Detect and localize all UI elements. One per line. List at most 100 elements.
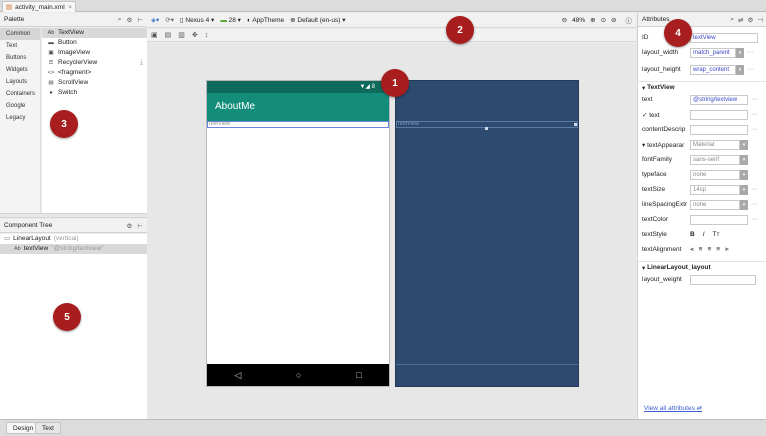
tree-node-orientation: (vertical) bbox=[53, 235, 79, 242]
more-icon[interactable]: ⋯ bbox=[747, 49, 753, 56]
gear-icon[interactable]: ⚙ bbox=[748, 16, 754, 24]
layout-weight-field[interactable] bbox=[690, 274, 756, 285]
id-field[interactable]: textView bbox=[690, 32, 758, 43]
textview-icon: Ab bbox=[14, 246, 21, 252]
search-icon[interactable]: ⌕ bbox=[118, 16, 122, 24]
align-center-icon[interactable]: ≡ bbox=[707, 246, 711, 253]
palette-item-imageview[interactable]: ▣ ImageView bbox=[42, 48, 147, 58]
palette-item-switch[interactable]: ● Switch bbox=[42, 88, 147, 98]
dropdown-icon[interactable]: ▾ bbox=[740, 199, 748, 210]
hide-panel-icon[interactable]: ⊣ bbox=[757, 16, 763, 24]
orientation-icon[interactable]: ⟳▾ bbox=[165, 16, 174, 24]
search-icon[interactable]: ⌕ bbox=[730, 16, 734, 24]
blueprint-view-icon[interactable]: ▤ bbox=[165, 31, 172, 39]
bold-toggle[interactable]: B bbox=[690, 231, 695, 238]
palette-item-recyclerview[interactable]: ☰ RecyclerView ⤓ bbox=[42, 58, 147, 68]
theme-label: AppTheme bbox=[252, 16, 285, 24]
palette-category-layouts[interactable]: Layouts bbox=[0, 76, 40, 88]
blueprint-preview[interactable]: TextView bbox=[395, 80, 579, 387]
italic-toggle[interactable]: I bbox=[703, 231, 705, 238]
swap-icon[interactable]: ⇄ bbox=[738, 16, 743, 24]
palette-category-buttons[interactable]: Buttons bbox=[0, 52, 40, 64]
pan-icon[interactable]: ✥ bbox=[192, 31, 198, 39]
text-color-field[interactable] bbox=[690, 214, 748, 225]
more-icon[interactable]: ⋯ bbox=[751, 201, 757, 208]
zoom-to-fit-icon[interactable]: ⊙ bbox=[601, 16, 606, 24]
zoom-in-icon[interactable]: ⊕ bbox=[590, 16, 595, 24]
tree-row-textview[interactable]: Ab textView "@string/textview" bbox=[0, 244, 147, 254]
align-left-icon[interactable]: ≡ bbox=[699, 246, 703, 253]
align-end-icon[interactable]: ⫸ bbox=[725, 246, 729, 254]
typeface-field[interactable]: none bbox=[690, 169, 740, 180]
more-icon[interactable]: ⋯ bbox=[751, 126, 757, 133]
file-tab-activity-main[interactable]: ▤ activity_main.xml × bbox=[2, 1, 76, 12]
resize-vertical-icon[interactable]: ↕ bbox=[205, 32, 209, 39]
dropdown-icon[interactable]: ▾ bbox=[740, 139, 748, 150]
hide-panel-icon[interactable]: ⊢ bbox=[137, 16, 143, 24]
layout-height-field[interactable]: wrap_content bbox=[690, 64, 736, 75]
locale-selector[interactable]: ⊕ Default (en-us) ▾ bbox=[290, 16, 345, 24]
more-icon[interactable]: ⋯ bbox=[751, 216, 757, 223]
tools-text-field[interactable] bbox=[690, 109, 748, 120]
more-icon[interactable]: ⋯ bbox=[751, 186, 757, 193]
section-linearlayout-layout[interactable]: ▾ LinearLayout_layout bbox=[638, 261, 766, 273]
warning-icon[interactable]: ⓘ bbox=[626, 15, 633, 25]
palette-item-scrollview[interactable]: ▤ ScrollView bbox=[42, 78, 147, 88]
device-selector[interactable]: ▯ Nexus 4 ▾ bbox=[180, 16, 214, 24]
resize-handle[interactable] bbox=[485, 127, 488, 130]
attr-label: layout_width bbox=[642, 49, 679, 56]
font-family-field[interactable]: sans-serif bbox=[690, 154, 740, 165]
download-icon[interactable]: ⤓ bbox=[140, 58, 143, 68]
dropdown-icon[interactable]: ▾ bbox=[740, 154, 748, 165]
palette-item-fragment[interactable]: <> <fragment> bbox=[42, 68, 147, 78]
text-appearance-field[interactable]: Material bbox=[690, 139, 740, 150]
swap-icon: ⇄ bbox=[696, 405, 703, 412]
content-description-field[interactable] bbox=[690, 124, 748, 135]
dropdown-icon[interactable]: ▾ bbox=[740, 184, 748, 195]
palette-category-text[interactable]: Text bbox=[0, 40, 40, 52]
more-icon[interactable]: ⋯ bbox=[751, 111, 757, 118]
theme-selector[interactable]: ◐ AppTheme bbox=[247, 17, 284, 24]
textview-preview[interactable]: TextView bbox=[207, 121, 389, 128]
palette-item-textview[interactable]: Ab TextView bbox=[42, 28, 147, 38]
resize-handle[interactable] bbox=[574, 123, 577, 126]
palette-category-common[interactable]: Common bbox=[0, 28, 40, 40]
callout-badge-5: 5 bbox=[53, 303, 81, 331]
layout-width-field[interactable]: match_parent bbox=[690, 47, 736, 58]
hide-panel-icon[interactable]: ⊢ bbox=[137, 222, 143, 230]
palette-category-legacy[interactable]: Legacy bbox=[0, 112, 40, 124]
line-spacing-field[interactable]: none bbox=[690, 199, 740, 210]
palette-category-google[interactable]: Google bbox=[0, 100, 40, 112]
callout-badge-3: 3 bbox=[50, 110, 78, 138]
text-size-field[interactable]: 14sp bbox=[690, 184, 740, 195]
text-field[interactable]: @string/textview bbox=[690, 94, 748, 105]
zoom-out-icon[interactable]: ⊖ bbox=[562, 16, 567, 24]
close-tab-icon[interactable]: × bbox=[68, 4, 72, 11]
layers-icon[interactable]: ◈▾ bbox=[151, 16, 159, 24]
gear-icon[interactable]: ⚙ bbox=[127, 16, 133, 24]
gear-icon[interactable]: ⚙ bbox=[127, 222, 133, 230]
palette-category-widgets[interactable]: Widgets bbox=[0, 64, 40, 76]
dropdown-icon[interactable]: ▾ bbox=[736, 64, 744, 75]
refresh-icon[interactable]: ⊘ bbox=[611, 16, 616, 24]
design-preview[interactable]: ▼◢ 8 AboutMe TextView ◁ ○ □ bbox=[206, 80, 390, 387]
align-right-icon[interactable]: ≡ bbox=[716, 246, 720, 253]
dropdown-icon[interactable]: ▾ bbox=[736, 47, 744, 58]
all-caps-toggle[interactable]: Tт bbox=[713, 231, 720, 238]
view-all-attributes-link[interactable]: View all attributes ⇄ bbox=[644, 404, 702, 412]
more-icon[interactable]: ⋯ bbox=[747, 66, 753, 73]
both-views-icon[interactable]: ▥ bbox=[178, 31, 185, 39]
more-icon[interactable]: ⋯ bbox=[751, 96, 757, 103]
tree-row-linearlayout[interactable]: ▭ LinearLayout (vertical) bbox=[0, 234, 147, 244]
palette-category-containers[interactable]: Containers bbox=[0, 88, 40, 100]
design-view-icon[interactable]: ▣ bbox=[151, 31, 158, 39]
api-selector[interactable]: ▬ 28 ▾ bbox=[220, 16, 241, 24]
button-icon: ▬ bbox=[48, 40, 54, 46]
dropdown-icon[interactable]: ▾ bbox=[740, 169, 748, 180]
panel-splitter[interactable] bbox=[0, 213, 147, 218]
palette-item-button[interactable]: ▬ Button bbox=[42, 38, 147, 48]
tab-text[interactable]: Text bbox=[35, 422, 61, 434]
section-textview[interactable]: ▾ TextView bbox=[638, 81, 766, 93]
tree-node-label: textView bbox=[23, 245, 49, 252]
align-start-icon[interactable]: ⫷ bbox=[690, 246, 694, 254]
